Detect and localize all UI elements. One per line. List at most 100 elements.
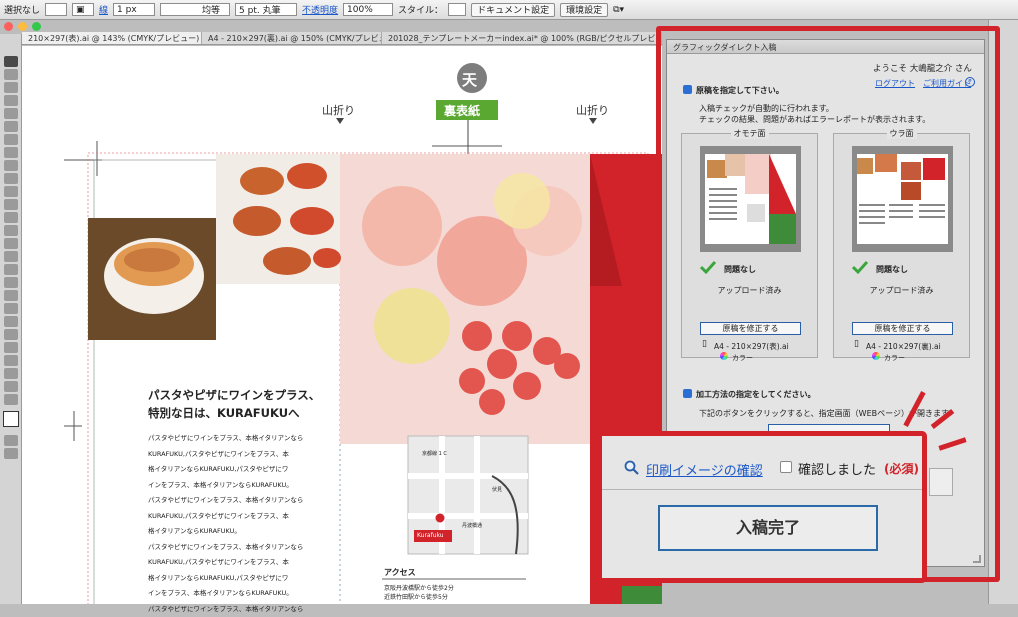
step2-heading: 加工方法の指定をしてください。 [683,389,816,400]
rotate-tool-icon[interactable] [4,199,18,210]
access-title: アクセス [384,567,416,578]
fill-stroke-icon[interactable] [3,411,19,427]
draw-mode-icon[interactable] [4,435,18,446]
scroll-grip-icon[interactable] [973,555,981,563]
step1-desc-1: 入稿チェックが自動的に行われます。 [699,103,834,114]
arrange-icon[interactable]: ⧉▾ [613,5,624,15]
body-text: パスタやピザにワインをプラス、本格イタリアンなら KURAFUKU,パスタやピザに… [148,431,318,617]
print-preview-link[interactable]: 印刷イメージの確認 [646,460,763,479]
stroke-link[interactable]: 線 [99,3,108,16]
back-cover-label: 裏表紙 [444,102,480,119]
tools-panel [0,34,22,604]
back-uploaded: アップロード済み [834,285,969,296]
artboard-tool-icon[interactable] [4,355,18,366]
body-text-line: インをプラス、本格イタリアンならKURAFUKU。 [148,478,318,494]
opacity-link[interactable]: 不透明度 [302,3,338,16]
opacity-field[interactable]: 100% [343,3,393,16]
back-status: 問題なし [876,264,908,275]
front-uploaded: アップロード済み [682,285,817,296]
file-icon: ▯ [702,339,707,349]
pen-tool-icon[interactable] [4,108,18,119]
paintbrush-tool-icon[interactable] [4,160,18,171]
map-shop-label: Kurafuku [417,532,444,539]
stroke-profile-select[interactable]: 均等 [160,3,230,16]
style-select[interactable] [448,3,466,16]
zoom-tool-icon[interactable] [4,394,18,405]
artboard-canvas[interactable]: 天 裏表紙 山折り 山折り パスタやピザにワインをプラス、 特別な日は、KURA… [22,46,662,604]
front-fix-button[interactable]: 原稿を修正する [700,322,801,335]
symbol-sprayer-tool-icon[interactable] [4,329,18,340]
body-text-line: 格イタリアンならKURAFUKU,パスタやピザにワ [148,462,318,478]
zoom-icon[interactable] [32,22,41,31]
eraser-tool-icon[interactable] [4,186,18,197]
arrow-icon [683,85,692,94]
guide-link[interactable]: ご利用ガイド [923,78,971,89]
arrow-icon [683,389,692,398]
back-fix-button[interactable]: 原稿を修正する [852,322,953,335]
front-side-box: オモテ面 問題なし アップロード済み 原稿を修正する ▯ A4 - 210×29… [681,133,818,358]
confirm-checkbox[interactable] [780,461,792,473]
gradient-tool-icon[interactable] [4,290,18,301]
body-text-line: KURAFUKU,パスタやピザにワインをプラス、本 [148,509,318,525]
front-thumbnail[interactable] [700,146,801,252]
warp-tool-icon[interactable] [4,225,18,236]
tab-back[interactable]: A4 - 210×297(裏).ai @ 150% (CMYK/プレビュー) [202,32,382,44]
fold-label-left: 山折り [322,102,355,118]
stroke-swatch[interactable]: ▣ [72,3,94,16]
screen-mode-icon[interactable] [4,448,18,459]
help-icon[interactable]: ? [965,77,975,87]
partial-field[interactable] [929,468,953,496]
back-side-label: ウラ面 [887,128,917,139]
magnifier-icon[interactable] [624,460,640,476]
lasso-tool-icon[interactable] [4,95,18,106]
selection-tool-icon[interactable] [4,56,18,67]
callout-divider [602,489,922,490]
back-thumbnail-art [857,154,948,244]
artwork [22,46,662,604]
perspective-grid-tool-icon[interactable] [4,264,18,275]
map-street-2: 伏見 [492,486,502,493]
shape-builder-tool-icon[interactable] [4,251,18,262]
front-thumbnail-page [705,154,796,244]
document-settings-button[interactable]: ドキュメント設定 [471,3,555,17]
brush-select[interactable]: 5 pt. 丸筆 [235,3,297,16]
hand-tool-icon[interactable] [4,381,18,392]
tab-label: 201028_テンプレートメーカーindex.ai* @ 100% (RGB/ピ… [388,34,662,43]
preferences-button[interactable]: 環境設定 [560,3,608,17]
eyedropper-tool-icon[interactable] [4,303,18,314]
headline: パスタやピザにワインをプラス、 特別な日は、KURAFUKUへ [148,386,320,422]
scale-tool-icon[interactable] [4,212,18,223]
mesh-tool-icon[interactable] [4,277,18,288]
stroke-weight-field[interactable]: 1 px [113,3,155,16]
magic-wand-tool-icon[interactable] [4,82,18,93]
tab-template[interactable]: 201028_テンプレートメーカーindex.ai* @ 100% (RGB/ピ… [382,32,662,44]
back-thumbnail-page [857,154,948,244]
rectangle-tool-icon[interactable] [4,147,18,158]
line-tool-icon[interactable] [4,134,18,145]
logout-link[interactable]: ログアウト [875,78,915,89]
direct-selection-tool-icon[interactable] [4,69,18,80]
blend-tool-icon[interactable] [4,316,18,327]
close-icon[interactable] [4,22,13,31]
type-tool-icon[interactable] [4,121,18,132]
graph-tool-icon[interactable] [4,342,18,353]
front-status: 問題なし [724,264,756,275]
tab-label: 210×297(表).ai @ 143% (CMYK/プレビュー) [28,34,199,43]
tab-label: A4 - 210×297(裏).ai @ 150% (CMYK/プレビュー) [208,34,382,43]
step1-desc-2: チェックの結果、問題があればエラーレポートが表示されます。 [699,114,930,125]
fill-swatch[interactable] [45,3,67,16]
headline-line-1: パスタやピザにワインをプラス、 [148,386,320,404]
step1-label: 原稿を指定して下さい。 [696,86,784,95]
minimize-icon[interactable] [18,22,27,31]
pencil-tool-icon[interactable] [4,173,18,184]
body-text-line: パスタやピザにワインをプラス、本格イタリアンなら [148,431,318,447]
back-thumbnail[interactable] [852,146,953,252]
zoom-callout: 印刷イメージの確認 確認しました (必須) 入稿完了 [597,431,927,583]
welcome-text: ようこそ 大嶋龍之介 さん [873,62,972,74]
slice-tool-icon[interactable] [4,368,18,379]
body-text-line: KURAFUKU,パスタやピザにワインをプラス、本 [148,555,318,571]
front-color-label: カラー [732,353,753,363]
tab-front[interactable]: 210×297(表).ai @ 143% (CMYK/プレビュー) [22,32,202,44]
free-transform-tool-icon[interactable] [4,238,18,249]
submit-button[interactable]: 入稿完了 [658,505,878,551]
